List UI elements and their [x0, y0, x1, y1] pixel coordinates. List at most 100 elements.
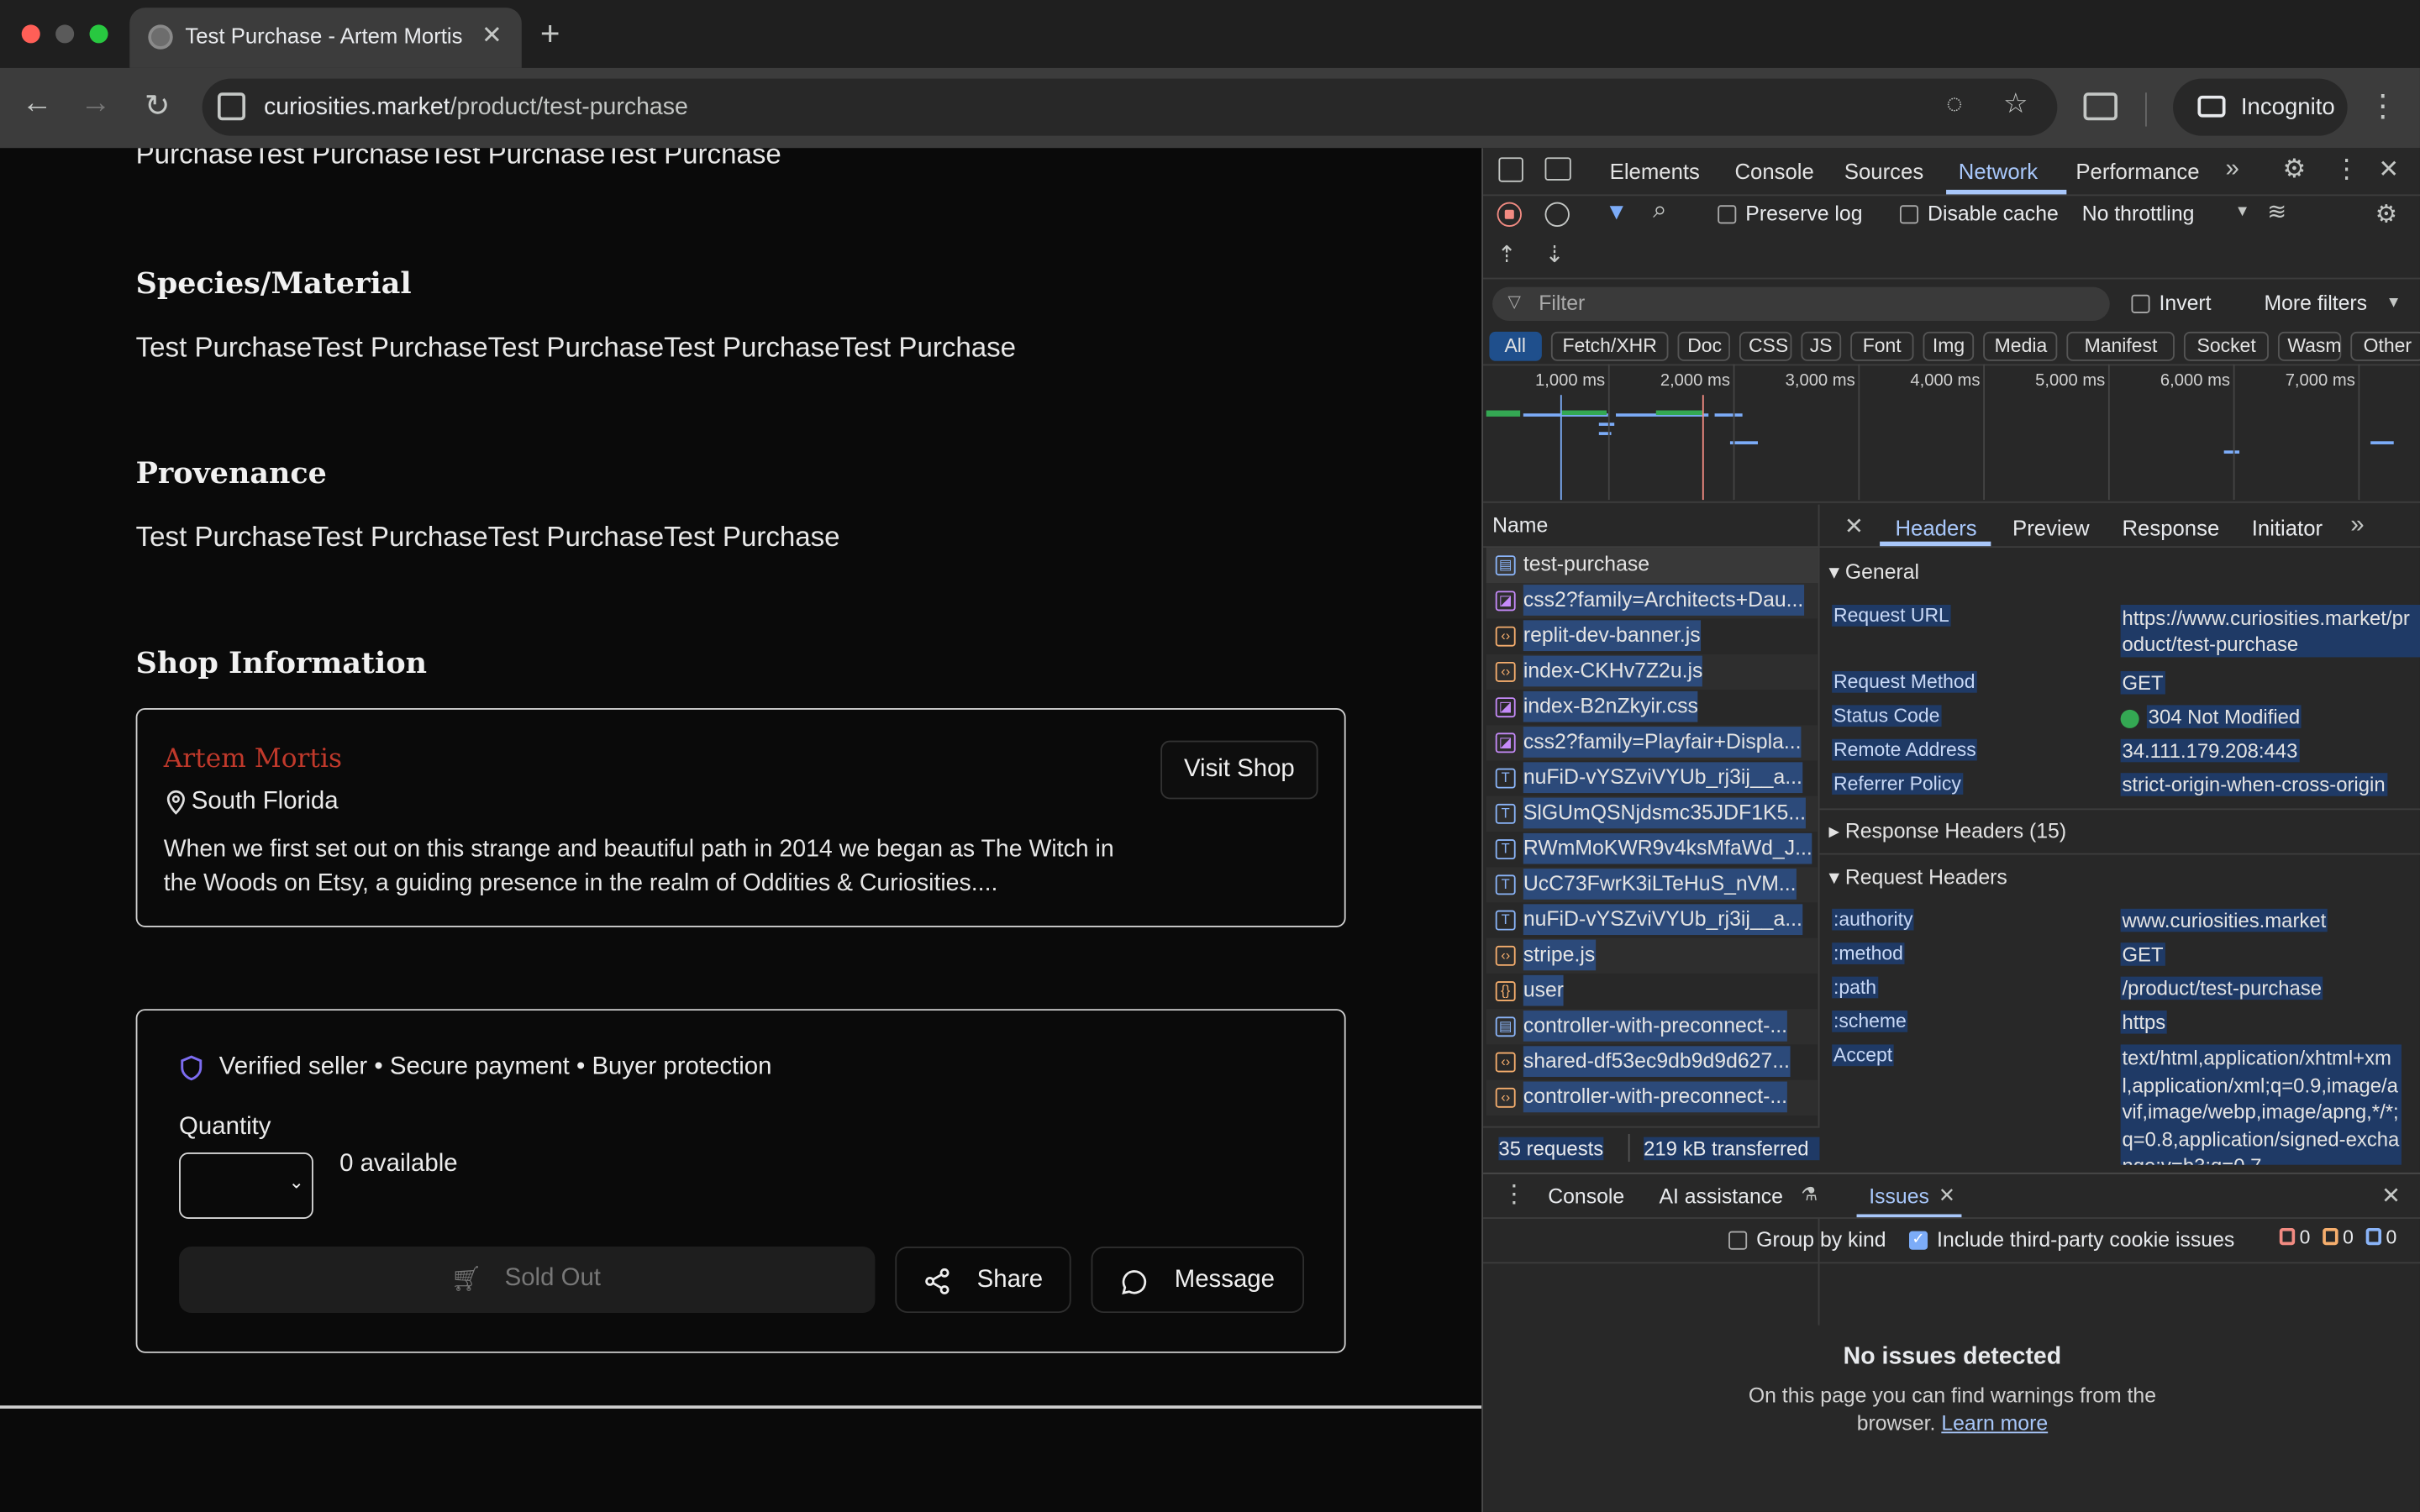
filter-chip-doc[interactable]: Doc [1678, 331, 1730, 361]
drawer-tab-console[interactable]: Console [1548, 1185, 1624, 1209]
filter-funnel-icon[interactable]: ▼ [1605, 199, 1628, 225]
request-name[interactable]: stripe.js [1523, 939, 1596, 971]
search-icon[interactable]: ⌕ [1653, 197, 1666, 225]
devtools-tab-sources[interactable]: Sources [1844, 159, 1923, 183]
devtools-menu-icon[interactable]: ⋮ [2333, 155, 2360, 186]
request-row[interactable]: ‹› controller-with-preconnect-... [1486, 1079, 1818, 1116]
more-tabs-icon[interactable]: » [2226, 156, 2239, 184]
filter-chip-font[interactable]: Font [1850, 331, 1914, 361]
incognito-badge[interactable]: Incognito [2173, 78, 2348, 136]
request-row[interactable]: ◪ index-B2nZkyir.css [1486, 690, 1818, 725]
message-button[interactable]: Message [1091, 1247, 1305, 1314]
device-toolbar-icon[interactable] [1544, 157, 1571, 181]
clear-icon[interactable] [1544, 202, 1570, 227]
filter-chip-fetchxhr[interactable]: Fetch/XHR [1550, 331, 1670, 361]
details-tab-initiator[interactable]: Initiator [2252, 515, 2323, 539]
disable-cache-checkbox[interactable] [1899, 205, 1919, 224]
sold-out-button[interactable]: 🛒︎ Sold Out [179, 1247, 876, 1314]
details-tab-preview[interactable]: Preview [2012, 515, 2089, 539]
request-name[interactable]: controller-with-preconnect-... [1523, 1081, 1788, 1113]
request-name[interactable]: nuFiD-vYSZviVYUb_rj3ij__a... [1523, 762, 1802, 794]
devtools-tab-performance[interactable]: Performance [2075, 159, 2199, 183]
close-details-icon[interactable]: ✕ [1844, 512, 1864, 540]
close-window-button[interactable] [21, 24, 40, 44]
request-name[interactable]: shared-df53ec9db9d9d627... [1523, 1046, 1790, 1078]
request-row[interactable]: T SlGUmQSNjdsmc35JDF1K5... [1486, 795, 1818, 832]
group-by-kind-checkbox[interactable] [1728, 1231, 1748, 1250]
devtools-tab-console[interactable]: Console [1734, 159, 1813, 183]
network-settings-icon[interactable]: ⚙ [2375, 199, 2397, 230]
details-tab-response[interactable]: Response [2122, 515, 2219, 539]
general-section-toggle[interactable]: ▾ General [1828, 560, 1919, 585]
settings-gear-icon[interactable]: ⚙ [2282, 155, 2306, 186]
address-bar[interactable]: curiosities.market/product/test-purchase… [202, 78, 2058, 136]
filter-input[interactable]: ▽ Filter [1492, 286, 2110, 322]
third-party-checkbox[interactable]: ✓ [1908, 1231, 1928, 1250]
filter-chip-media[interactable]: Media [1983, 331, 2059, 361]
request-row[interactable]: ◪ css2?family=Playfair+Displa... [1486, 725, 1818, 761]
request-row[interactable]: ‹› shared-df53ec9db9d9d627... [1486, 1044, 1818, 1079]
response-headers-toggle[interactable]: ▸ Response Headers (15) [1828, 819, 2066, 843]
filter-chip-all[interactable]: All [1489, 331, 1542, 361]
invert-checkbox[interactable] [2131, 294, 2150, 313]
close-tab-icon[interactable]: ✕ [481, 20, 502, 51]
request-row[interactable]: {} user [1486, 974, 1818, 1009]
more-filters-button[interactable]: More filters [2264, 291, 2367, 315]
devtools-tab-network[interactable]: Network [1959, 159, 2038, 183]
eye-off-icon[interactable]: ◌ [1946, 88, 1963, 121]
new-tab-icon[interactable]: + [540, 14, 560, 55]
bookmark-star-icon[interactable]: ☆ [2003, 88, 2028, 121]
request-row[interactable]: ◪ css2?family=Architects+Dau... [1486, 583, 1818, 619]
request-row[interactable]: ▤ controller-with-preconnect-... [1486, 1009, 1818, 1045]
share-button[interactable]: Share [895, 1247, 1071, 1314]
request-row[interactable]: ▤ test-purchase [1486, 548, 1818, 584]
request-row[interactable]: TnuFiD-vYSZviVYUb_rj3ij__a... [1486, 760, 1818, 795]
maximize-window-button[interactable] [89, 24, 108, 44]
learn-more-link[interactable]: Learn more [1941, 1412, 2048, 1436]
close-devtools-icon[interactable]: ✕ [2378, 155, 2399, 186]
request-row[interactable]: TnuFiD-vYSZviVYUb_rj3ij__a... [1486, 902, 1818, 937]
export-har-icon[interactable]: ⇣ [1545, 241, 1565, 268]
quantity-select[interactable]: ⌄ [179, 1152, 313, 1219]
filter-chip-css[interactable]: CSS [1739, 331, 1791, 361]
request-name[interactable]: nuFiD-vYSZviVYUb_rj3ij__a... [1523, 904, 1802, 936]
request-row[interactable]: T UcC73FwrK3iLTeHuS_nVM... [1486, 867, 1818, 903]
tab-search-icon[interactable] [2083, 92, 2118, 121]
browser-menu-icon[interactable]: ⋮ [2367, 87, 2398, 125]
request-name[interactable]: index-CKHv7Z2u.js [1523, 655, 1703, 687]
minimize-window-button[interactable] [55, 24, 75, 44]
network-conditions-icon[interactable]: ≋ [2267, 197, 2286, 225]
import-har-icon[interactable]: ⇡ [1497, 241, 1517, 268]
request-name[interactable]: UcC73FwrK3iLTeHuS_nVM... [1523, 869, 1797, 900]
request-name[interactable]: controller-with-preconnect-... [1523, 1011, 1788, 1042]
site-settings-icon[interactable] [217, 92, 246, 121]
filter-chip-js[interactable]: JS [1800, 331, 1842, 361]
filter-chip-socket[interactable]: Socket [2183, 331, 2270, 361]
back-icon[interactable]: ← [15, 87, 58, 122]
drawer-menu-icon[interactable]: ⋮ [1502, 1179, 1526, 1210]
inspect-element-icon[interactable] [1498, 157, 1523, 182]
throttling-select[interactable]: No throttling [2082, 202, 2195, 226]
details-tab-headers[interactable]: Headers [1895, 515, 1976, 539]
request-name[interactable]: test-purchase [1523, 549, 1649, 580]
drawer-tab-issues[interactable]: Issues [1869, 1185, 1929, 1209]
drawer-tab-ai-assistance[interactable]: AI assistance [1659, 1185, 1782, 1209]
request-row[interactable]: ‹› stripe.js [1486, 937, 1818, 974]
request-name[interactable]: css2?family=Architects+Dau... [1523, 585, 1804, 616]
filter-chip-manifest[interactable]: Manifest [2067, 331, 2175, 361]
devtools-tab-elements[interactable]: Elements [1610, 159, 1700, 183]
request-headers-toggle[interactable]: ▾ Request Headers [1828, 865, 2007, 890]
close-issues-tab-icon[interactable]: ✕ [1939, 1184, 1955, 1208]
request-row[interactable]: ‹› replit-dev-banner.js [1486, 619, 1818, 654]
shop-name-link[interactable]: Artem Mortis [164, 743, 342, 774]
request-name[interactable]: SlGUmQSNjdsmc35JDF1K5... [1523, 797, 1807, 829]
url-text[interactable]: curiosities.market/product/test-purchase [264, 94, 688, 122]
close-drawer-icon[interactable]: ✕ [2381, 1182, 2401, 1210]
request-name[interactable]: replit-dev-banner.js [1523, 620, 1701, 652]
name-column-header[interactable]: Name [1492, 514, 1548, 538]
more-detail-tabs-icon[interactable]: » [2350, 512, 2364, 540]
visit-shop-button[interactable]: Visit Shop [1160, 740, 1318, 800]
request-row[interactable]: ‹› index-CKHv7Z2u.js [1486, 654, 1818, 690]
forward-icon[interactable]: → [74, 87, 117, 122]
browser-tab[interactable]: Test Purchase - Artem Mortis ✕ [129, 8, 522, 68]
